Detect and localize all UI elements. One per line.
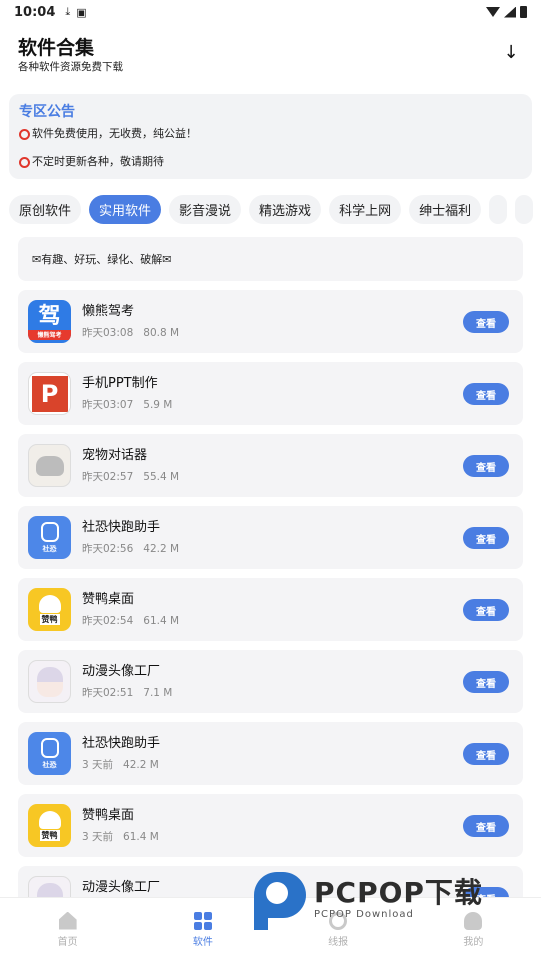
duck-app-icon: 赞鸭 — [28, 588, 71, 631]
list-item[interactable]: 驾 懒熊驾考 懒熊驾考 昨天03:08 80.8 M 查看 — [18, 290, 523, 353]
view-button[interactable]: 查看 — [463, 455, 509, 477]
item-name: 赞鸭桌面 — [82, 808, 135, 823]
section-banner: ✉有趣、好玩、绿化、破解✉ — [18, 237, 523, 281]
shekong-app-icon: 社恐 — [28, 516, 71, 559]
anime-app-icon — [28, 660, 71, 703]
list-item[interactable]: 赞鸭 赞鸭桌面 昨天02:54 61.4 M 查看 — [18, 578, 523, 641]
status-bar: 10:04 ⤓ ▣ — [0, 0, 541, 24]
page-header: 软件合集 各种软件资源免费下载 ↓ — [18, 36, 523, 78]
tab-original[interactable]: 原创软件 — [9, 195, 82, 224]
home-icon — [58, 911, 77, 930]
item-meta: 昨天03:08 80.8 M — [82, 327, 180, 339]
category-tabs: 原创软件 实用软件 影音漫说 精选游戏 科学上网 绅士福利 — [9, 195, 541, 225]
tab-gentleman[interactable]: 绅士福利 — [409, 195, 482, 224]
profile-icon — [464, 911, 483, 930]
wifi-icon — [486, 7, 500, 17]
announcement-line: 不定时更新各种，敬请期待 — [19, 154, 522, 170]
item-meta: 昨天03:07 5.9 M — [82, 399, 173, 411]
view-button[interactable]: 查看 — [463, 671, 509, 693]
software-list: 驾 懒熊驾考 懒熊驾考 昨天03:08 80.8 M 查看 P 手机PPT制作 昨… — [18, 290, 523, 938]
list-item[interactable]: 社恐 社恐快跑助手 3 天前 42.2 M 查看 — [18, 722, 523, 785]
list-item[interactable]: 动漫头像工厂 昨天02:51 7.1 M 查看 — [18, 650, 523, 713]
duck-app-icon: 赞鸭 — [28, 804, 71, 847]
tab-utility[interactable]: 实用软件 — [89, 195, 162, 224]
view-button[interactable]: 查看 — [463, 599, 509, 621]
status-icons — [486, 6, 527, 18]
bottom-nav: 首页 软件 线报 我的 — [0, 897, 541, 961]
nav-label: 首页 — [57, 936, 78, 948]
item-name: 手机PPT制作 — [82, 376, 158, 391]
announcement-line: 软件免费使用，无收费，纯公益！ — [19, 126, 522, 142]
battery-icon — [520, 6, 527, 18]
tab-games[interactable]: 精选游戏 — [249, 195, 322, 224]
download-notification-icon: ⤓ — [65, 5, 71, 18]
list-item[interactable]: P 手机PPT制作 昨天03:07 5.9 M 查看 — [18, 362, 523, 425]
list-item[interactable]: 宠物对话器 昨天02:57 55.4 M 查看 — [18, 434, 523, 497]
tab-vpn[interactable]: 科学上网 — [329, 195, 402, 224]
red-circle-icon — [19, 156, 30, 168]
item-name: 懒熊驾考 — [82, 304, 135, 319]
red-circle-icon — [19, 128, 30, 140]
jiakao-app-icon: 驾 懒熊驾考 — [28, 300, 71, 343]
nav-label: 线报 — [328, 936, 349, 948]
view-button[interactable]: 查看 — [463, 311, 509, 333]
view-button[interactable]: 查看 — [463, 743, 509, 765]
item-meta: 昨天02:56 42.2 M — [82, 543, 180, 555]
ppt-app-icon: P — [28, 372, 71, 415]
nav-clues[interactable]: 线报 — [271, 898, 406, 961]
item-meta: 昨天02:51 7.1 M — [82, 687, 173, 699]
view-button[interactable]: 查看 — [463, 815, 509, 837]
item-name: 赞鸭桌面 — [82, 592, 135, 607]
announcement-card: 专区公告 软件免费使用，无收费，纯公益！ 不定时更新各种，敬请期待 — [9, 94, 532, 179]
download-icon[interactable]: ↓ — [499, 40, 523, 64]
item-meta: 昨天02:54 61.4 M — [82, 615, 180, 627]
item-name: 动漫头像工厂 — [82, 664, 161, 679]
grid-icon — [193, 911, 212, 930]
nav-label: 我的 — [463, 936, 484, 948]
list-item[interactable]: 社恐 社恐快跑助手 昨天02:56 42.2 M 查看 — [18, 506, 523, 569]
page-subtitle: 各种软件资源免费下载 — [18, 61, 123, 73]
view-button[interactable]: 查看 — [463, 527, 509, 549]
tab-empty[interactable] — [515, 195, 534, 224]
signal-icon — [504, 6, 516, 18]
item-meta: 3 天前 42.2 M — [82, 759, 159, 771]
announcement-title: 专区公告 — [19, 104, 75, 120]
pet-app-icon — [28, 444, 71, 487]
item-name: 社恐快跑助手 — [82, 520, 161, 535]
list-item[interactable]: 赞鸭 赞鸭桌面 3 天前 61.4 M 查看 — [18, 794, 523, 857]
nav-home[interactable]: 首页 — [0, 898, 135, 961]
status-time: 10:04 — [14, 4, 56, 20]
shekong-app-icon: 社恐 — [28, 732, 71, 775]
item-name: 宠物对话器 — [82, 448, 148, 463]
view-button[interactable]: 查看 — [463, 383, 509, 405]
tab-media[interactable]: 影音漫说 — [169, 195, 242, 224]
item-meta: 3 天前 61.4 M — [82, 831, 159, 843]
item-name: 动漫头像工厂 — [82, 880, 161, 895]
nav-label: 软件 — [192, 936, 213, 948]
tab-empty[interactable] — [489, 195, 508, 224]
page-title: 软件合集 — [18, 37, 95, 59]
clue-icon — [329, 911, 348, 930]
app-notification-icon: ▣ — [76, 5, 87, 19]
nav-software[interactable]: 软件 — [135, 898, 270, 961]
announcement-text: 软件免费使用，无收费，纯公益！ — [32, 127, 197, 140]
nav-profile[interactable]: 我的 — [406, 898, 541, 961]
item-name: 社恐快跑助手 — [82, 736, 161, 751]
item-meta: 昨天02:57 55.4 M — [82, 471, 180, 483]
announcement-text: 不定时更新各种，敬请期待 — [32, 155, 164, 168]
